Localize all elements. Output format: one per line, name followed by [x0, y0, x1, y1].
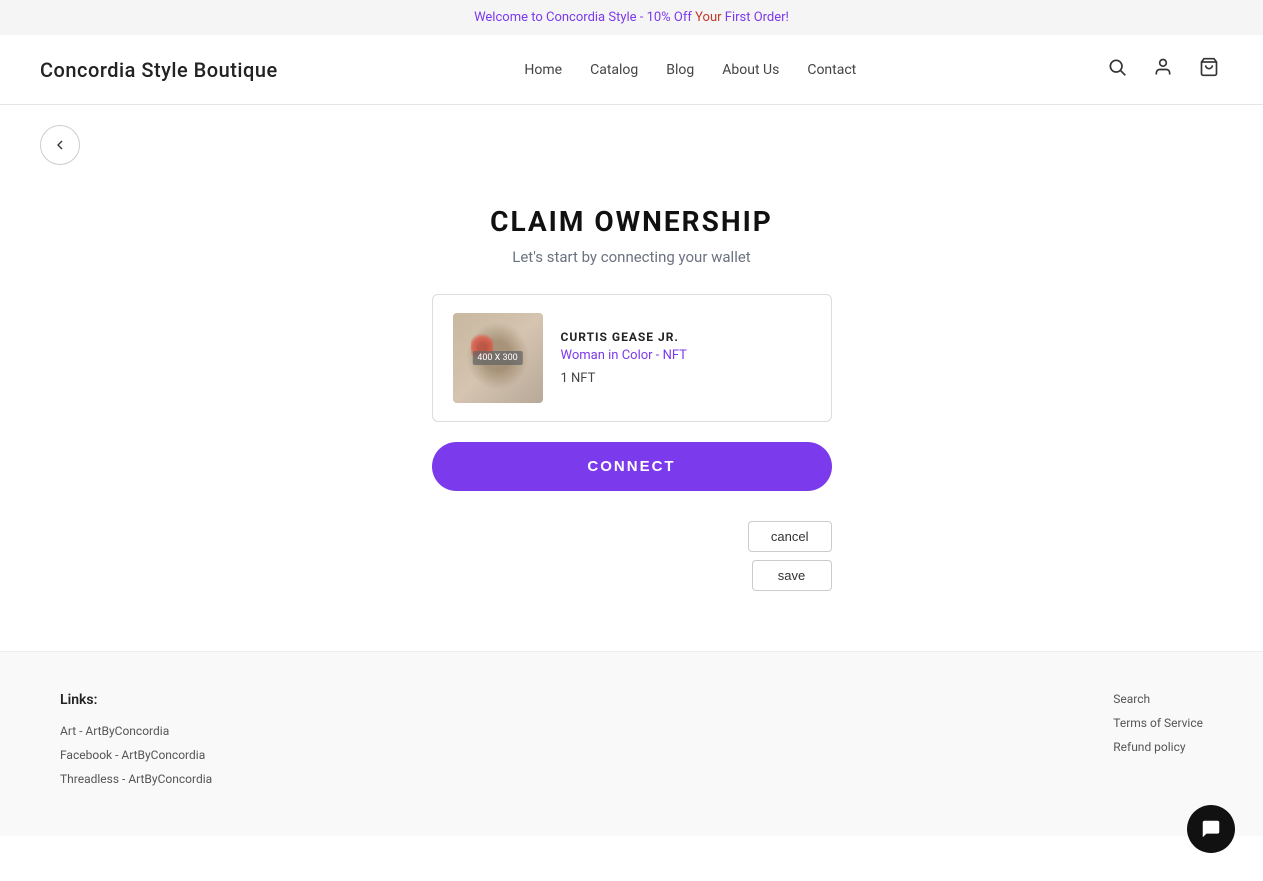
back-btn-container [0, 105, 1263, 185]
nft-title: Woman in Color - NFT [561, 348, 687, 363]
nft-count: 1 NFT [561, 371, 687, 386]
site-title: Concordia Style Boutique [40, 58, 278, 82]
site-header: Concordia Style Boutique Home Catalog Bl… [0, 35, 1263, 105]
nft-image: 400 X 300 [453, 313, 543, 403]
footer-link-terms[interactable]: Terms of Service [1113, 716, 1203, 730]
claim-subtitle: Let's start by connecting your wallet [512, 248, 750, 266]
nav-blog[interactable]: Blog [666, 62, 694, 78]
chat-bubble[interactable] [1187, 805, 1235, 853]
nft-info: CURTIS GEASE JR. Woman in Color - NFT 1 … [561, 330, 687, 386]
main-nav: Home Catalog Blog About Us Contact [524, 62, 856, 78]
cart-button[interactable] [1195, 53, 1223, 86]
connect-button[interactable]: CONNECT [432, 442, 832, 491]
image-placeholder-label: 400 X 300 [472, 351, 522, 365]
announcement-text: Welcome to Concordia Style - 10% Off You… [474, 10, 789, 25]
back-button[interactable] [40, 125, 80, 165]
nav-catalog[interactable]: Catalog [590, 62, 638, 78]
site-footer: Links: Art - ArtByConcordia Facebook - A… [0, 651, 1263, 836]
footer-link-facebook[interactable]: Facebook - ArtByConcordia [60, 748, 212, 762]
save-button[interactable]: save [752, 560, 832, 591]
nft-card: 400 X 300 CURTIS GEASE JR. Woman in Colo… [432, 294, 832, 422]
cancel-button[interactable]: cancel [748, 521, 832, 552]
footer-left: Links: Art - ArtByConcordia Facebook - A… [60, 692, 212, 796]
nav-about[interactable]: About Us [722, 62, 779, 78]
action-buttons: cancel save [432, 521, 832, 591]
footer-link-art[interactable]: Art - ArtByConcordia [60, 724, 212, 738]
announcement-bar: Welcome to Concordia Style - 10% Off You… [0, 0, 1263, 35]
nav-contact[interactable]: Contact [807, 62, 856, 78]
header-icons [1103, 53, 1223, 86]
main-content: CLAIM OWNERSHIP Let's start by connectin… [0, 185, 1263, 651]
footer-links-heading: Links: [60, 692, 212, 708]
footer-link-threadless[interactable]: Threadless - ArtByConcordia [60, 772, 212, 786]
nft-artist: CURTIS GEASE JR. [561, 330, 687, 344]
account-button[interactable] [1149, 53, 1177, 86]
search-button[interactable] [1103, 53, 1131, 86]
footer-link-refund[interactable]: Refund policy [1113, 740, 1203, 754]
footer-link-search[interactable]: Search [1113, 692, 1203, 706]
footer-right: Search Terms of Service Refund policy [1113, 692, 1203, 796]
nav-home[interactable]: Home [524, 62, 562, 78]
claim-title: CLAIM OWNERSHIP [490, 205, 773, 238]
